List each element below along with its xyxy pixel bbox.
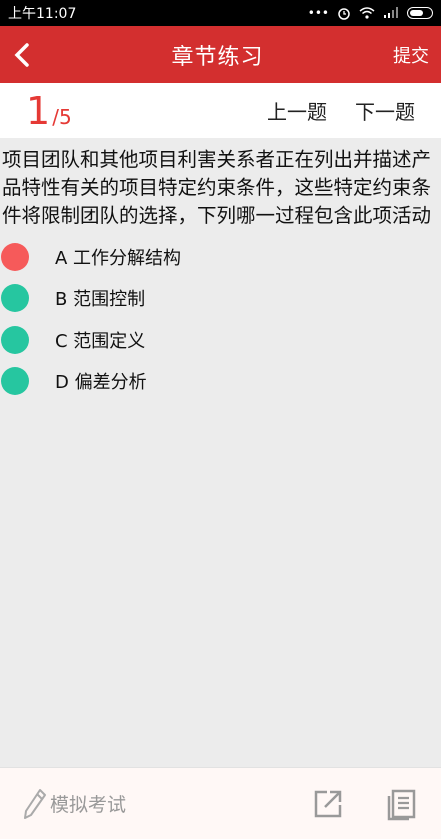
signal-icon — [384, 7, 398, 18]
mock-exam-button[interactable]: 模拟考试 — [22, 787, 126, 821]
option-radio — [1, 367, 29, 396]
nav-buttons: 上一题 下一题 — [267, 96, 415, 125]
total-questions: 5 — [58, 104, 72, 129]
option-radio — [1, 325, 29, 354]
options-list: A 工作分解结构 B 范围控制 C 范围定义 D 偏差分析 — [0, 236, 441, 402]
question-text: 项目团队和其他项目利害关系者正在列出并描述产品特性有关的项目特定约束条件，这些特… — [2, 148, 432, 227]
question-nav: 1 / 5 上一题 下一题 — [0, 83, 441, 138]
wifi-icon — [359, 7, 375, 19]
current-question-number: 1 — [26, 88, 51, 133]
back-button[interactable] — [12, 40, 42, 70]
share-icon[interactable] — [311, 787, 345, 821]
option-label: C 范围定义 — [55, 330, 146, 352]
counter-separator: / — [52, 104, 59, 129]
status-icons: ••• — [308, 6, 433, 20]
battery-icon — [407, 7, 433, 19]
pencil-icon — [24, 788, 46, 819]
option-label: A 工作分解结构 — [55, 247, 182, 269]
question-counter: 1 / 5 — [26, 92, 72, 130]
list-icon[interactable] — [385, 787, 419, 821]
app-header: 章节练习 提交 — [0, 26, 441, 83]
page-title: 章节练习 — [171, 44, 264, 70]
option-radio — [1, 284, 29, 313]
next-question-button[interactable]: 下一题 — [355, 96, 415, 125]
status-bar: 上午11:07 ••• — [0, 0, 441, 26]
prev-question-button[interactable]: 上一题 — [267, 96, 327, 125]
status-time: 上午11:07 — [8, 6, 77, 22]
chevron-left-icon — [14, 42, 29, 67]
mock-exam-label: 模拟考试 — [50, 794, 127, 816]
option-a[interactable]: A 工作分解结构 — [0, 236, 441, 278]
option-d[interactable]: D 偏差分析 — [0, 361, 441, 403]
option-label: D 偏差分析 — [55, 372, 147, 394]
alarm-icon — [338, 8, 350, 20]
option-b[interactable]: B 范围控制 — [0, 278, 441, 320]
option-radio-selected — [1, 242, 29, 271]
option-label: B 范围控制 — [55, 289, 146, 311]
option-c[interactable]: C 范围定义 — [0, 319, 441, 361]
more-dots-icon: ••• — [307, 6, 329, 20]
bottom-toolbar: 模拟考试 — [0, 767, 441, 839]
submit-button[interactable]: 提交 — [393, 42, 429, 68]
